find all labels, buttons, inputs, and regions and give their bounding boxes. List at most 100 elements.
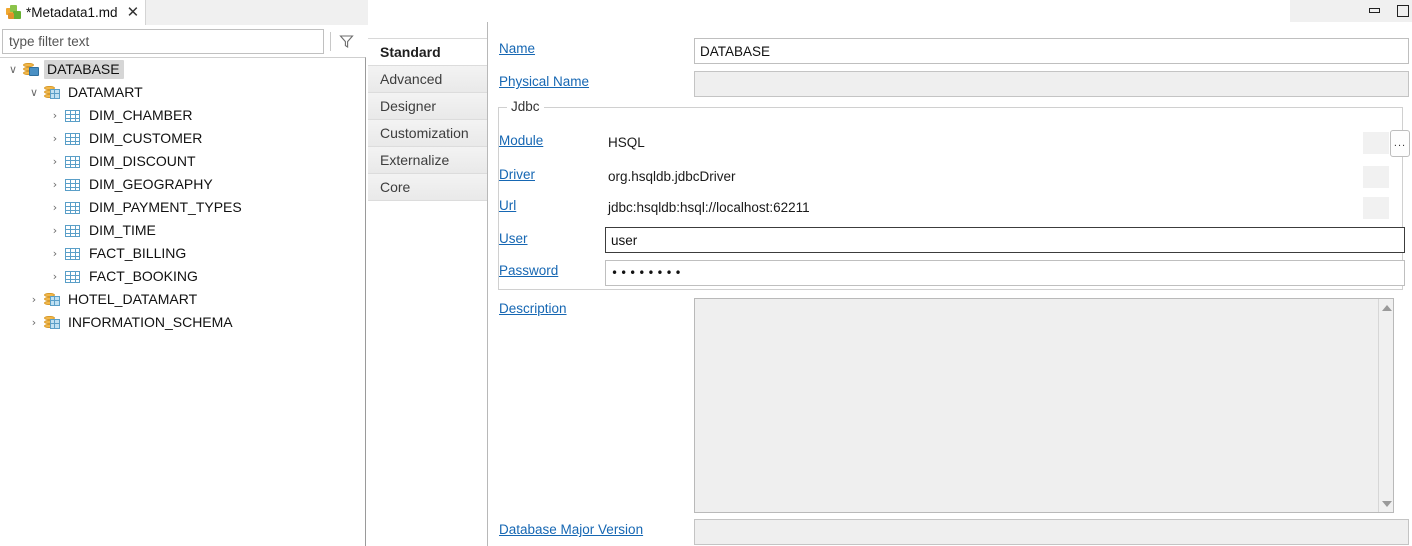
table-icon (64, 177, 82, 193)
tree-item-label: FACT_BILLING (89, 245, 187, 261)
chevron-right-icon[interactable]: › (46, 271, 64, 282)
name-label[interactable]: Name (499, 41, 535, 56)
toolbar-divider (330, 31, 331, 51)
tree-item-label: DIM_GEOGRAPHY (89, 176, 213, 192)
module-placeholder-box (1363, 132, 1389, 154)
chevron-right-icon[interactable]: › (46, 225, 64, 236)
url-value: jdbc:hsqldb:hsql://localhost:62211 (608, 200, 810, 215)
application-window: *Metadata1.md ✕ ∨DATABASE∨DATAMART›DIM_C… (0, 0, 1412, 546)
schema-icon (43, 315, 61, 331)
physical-name-label-row: Physical Name (499, 74, 589, 89)
table-icon (64, 246, 82, 262)
module-label[interactable]: Module (499, 133, 543, 148)
tree-item-label: DATABASE (44, 60, 124, 79)
url-label[interactable]: Url (499, 198, 516, 213)
tree-item[interactable]: › DIM_PAYMENT_TYPES (0, 196, 365, 219)
tree-item-label: DIM_CHAMBER (89, 107, 193, 123)
tree-item[interactable]: ∨ DATAMART (0, 81, 365, 104)
chevron-down-icon[interactable]: ∨ (25, 87, 43, 98)
driver-value: org.hsqldb.jdbcDriver (608, 169, 736, 184)
tree-item-label: DIM_CUSTOMER (89, 130, 203, 146)
chevron-right-icon[interactable]: › (25, 294, 43, 305)
tree-item-label: INFORMATION_SCHEMA (68, 314, 233, 330)
driver-label-row: Driver (499, 167, 535, 182)
database-major-version-label-row: Database Major Version (499, 522, 643, 537)
tab-advanced[interactable]: Advanced (368, 66, 487, 93)
driver-label[interactable]: Driver (499, 167, 535, 182)
tab-list-spacer (368, 22, 487, 39)
scroll-up-icon[interactable] (1379, 300, 1394, 315)
maximize-icon[interactable] (1396, 4, 1410, 18)
password-label[interactable]: Password (499, 263, 558, 278)
filter-funnel-icon[interactable] (338, 33, 355, 50)
table-icon (64, 108, 82, 124)
schema-icon (43, 85, 61, 101)
tree-item[interactable]: ∨ DATABASE (0, 58, 365, 81)
user-label[interactable]: User (499, 231, 528, 246)
description-label[interactable]: Description (499, 301, 567, 316)
tree-item[interactable]: › DIM_CUSTOMER (0, 127, 365, 150)
tree-item-label: DIM_TIME (89, 222, 156, 238)
tab-externalize[interactable]: Externalize (368, 147, 487, 174)
metadata-tree[interactable]: ∨ DATABASE ∨ DATAMART › DIM_CHAMBER › DIM_CUSTO… (0, 57, 366, 546)
chevron-right-icon[interactable]: › (46, 156, 64, 167)
table-icon (64, 223, 82, 239)
editor-tabstrip: *Metadata1.md ✕ (0, 0, 368, 25)
tree-item-label: DATAMART (68, 84, 143, 100)
chevron-down-icon[interactable]: ∨ (4, 64, 22, 75)
url-label-row: Url (499, 198, 516, 213)
minimize-icon[interactable] (1368, 4, 1382, 18)
schema-icon (43, 292, 61, 308)
tree-filter-row (0, 26, 366, 56)
physical-name-label[interactable]: Physical Name (499, 74, 589, 89)
password-masked-value: •••••••• (611, 266, 684, 280)
database-major-version-label[interactable]: Database Major Version (499, 522, 643, 537)
chevron-right-icon[interactable]: › (46, 202, 64, 213)
module-browse-button[interactable]: ... (1390, 130, 1410, 157)
name-field[interactable] (694, 38, 1409, 64)
table-icon (64, 154, 82, 170)
description-field[interactable] (694, 298, 1394, 513)
description-label-row: Description (499, 301, 567, 316)
name-label-row: Name (499, 41, 535, 56)
tab-standard[interactable]: Standard (368, 39, 487, 66)
user-field[interactable] (605, 227, 1405, 253)
tree-item-label: HOTEL_DATAMART (68, 291, 198, 307)
chevron-right-icon[interactable]: › (46, 179, 64, 190)
jdbc-group-title: Jdbc (507, 99, 544, 114)
tree-item[interactable]: › HOTEL_DATAMART (0, 288, 365, 311)
scroll-down-icon[interactable] (1379, 496, 1394, 511)
plugin-icon (6, 5, 21, 20)
window-controls (1290, 0, 1412, 22)
search-input[interactable] (2, 28, 324, 54)
password-field[interactable]: •••••••• (605, 260, 1405, 286)
editor-tab-metadata1[interactable]: *Metadata1.md ✕ (0, 0, 147, 25)
chevron-right-icon[interactable]: › (46, 110, 64, 121)
chevron-right-icon[interactable]: › (25, 317, 43, 328)
password-label-row: Password (499, 263, 558, 278)
physical-name-field[interactable] (694, 71, 1409, 97)
tree-item-label: DIM_DISCOUNT (89, 153, 196, 169)
description-scrollbar[interactable] (1378, 299, 1393, 512)
tree-item[interactable]: › FACT_BOOKING (0, 265, 365, 288)
tree-item[interactable]: › DIM_DISCOUNT (0, 150, 365, 173)
chevron-right-icon[interactable]: › (46, 248, 64, 259)
close-icon[interactable]: ✕ (127, 5, 140, 20)
property-tab-list: Standard Advanced Designer Customization Ext… (368, 22, 488, 546)
tree-item[interactable]: › DIM_GEOGRAPHY (0, 173, 365, 196)
tab-customization[interactable]: Customization (368, 120, 487, 147)
tree-item[interactable]: › FACT_BILLING (0, 242, 365, 265)
tree-item[interactable]: › INFORMATION_SCHEMA (0, 311, 365, 334)
table-icon (64, 131, 82, 147)
table-icon (64, 269, 82, 285)
tree-item-label: FACT_BOOKING (89, 268, 198, 284)
tree-item[interactable]: › DIM_TIME (0, 219, 365, 242)
database-major-version-field[interactable] (694, 519, 1409, 545)
tab-designer[interactable]: Designer (368, 93, 487, 120)
tree-item-label: DIM_PAYMENT_TYPES (89, 199, 242, 215)
tree-item[interactable]: › DIM_CHAMBER (0, 104, 365, 127)
table-icon (64, 200, 82, 216)
chevron-right-icon[interactable]: › (46, 133, 64, 144)
editor-tab-label: *Metadata1.md (26, 5, 118, 20)
tab-core[interactable]: Core (368, 174, 487, 201)
